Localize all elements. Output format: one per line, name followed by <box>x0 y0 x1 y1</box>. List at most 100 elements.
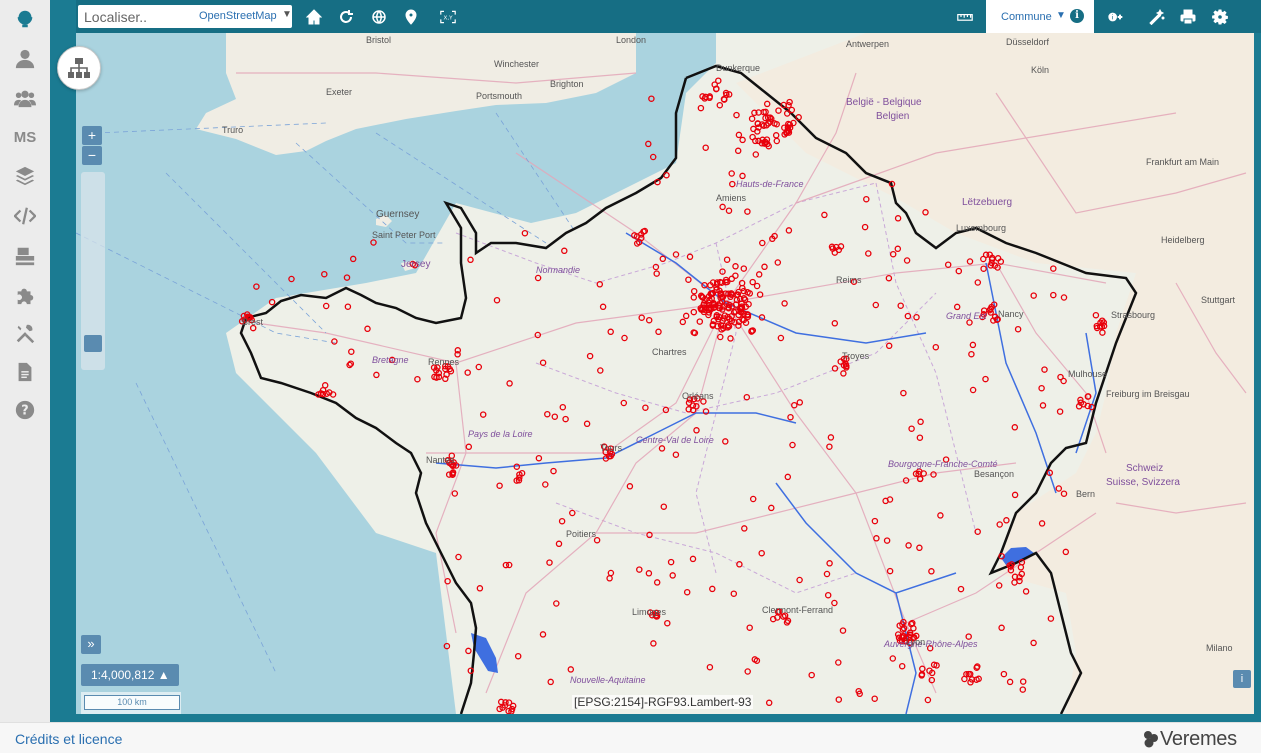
label-jersey: Jersey <box>401 259 430 270</box>
label-belgique: België - Belgique <box>846 97 922 108</box>
label-clermont: Clermont-Ferrand <box>762 605 833 615</box>
zoom-in-button[interactable]: + <box>82 126 102 145</box>
commune-point[interactable] <box>253 283 260 290</box>
users-group-icon[interactable] <box>0 79 50 117</box>
label-bristol: Bristol <box>366 35 391 45</box>
attribution-info-button[interactable]: i <box>1233 670 1251 688</box>
commune-point[interactable] <box>343 274 351 281</box>
top-toolbar: OpenStreetMap ▼ X,Y Commune ▼ i <box>76 0 1261 33</box>
layers-icon[interactable] <box>0 157 50 195</box>
label-auvergne: Auvergne-Rhône-Alpes <box>883 639 978 649</box>
provider-caret-icon[interactable]: ▼ <box>282 9 292 20</box>
scale-value: 1:4,000,812 <box>91 668 155 682</box>
search-provider-select[interactable]: OpenStreetMap <box>199 10 277 22</box>
label-normandie: Normandie <box>536 265 580 275</box>
commune-point[interactable] <box>349 255 357 263</box>
label-dusseldorf: Düsseldorf <box>1006 37 1050 47</box>
settings-gear-icon[interactable] <box>1209 6 1231 28</box>
map-frame-bottom <box>50 714 1261 722</box>
label-bretagne: Bretagne <box>372 355 409 365</box>
user-icon[interactable] <box>0 40 50 78</box>
tools-icon[interactable] <box>0 315 50 353</box>
zoom-slider-thumb[interactable] <box>84 335 102 352</box>
map-frame-left <box>50 0 76 722</box>
label-troyes: Troyes <box>842 351 870 361</box>
label-freiburg: Freiburg im Breisgau <box>1106 389 1190 399</box>
projection-label: [EPSG:2154]-RGF93.Lambert-93 <box>572 695 754 709</box>
map-canvas[interactable]: België - Belgique Belgien Lëtzebuerg Lux… <box>76 33 1254 714</box>
commune-point[interactable] <box>370 239 377 246</box>
label-schweiz: Schweiz <box>1126 463 1163 474</box>
label-mulhouse: Mulhouse <box>1068 369 1107 379</box>
xy-coordinates-icon[interactable]: X,Y <box>437 6 459 28</box>
label-antwerpen: Antwerpen <box>846 39 889 49</box>
label-bern: Bern <box>1076 489 1095 499</box>
label-pays-de-la-loire: Pays de la Loire <box>468 429 533 439</box>
label-centre-val-de-loire: Centre-Val de Loire <box>636 435 714 445</box>
code-icon[interactable] <box>0 197 50 235</box>
layer-caret-icon[interactable]: ▼ <box>1056 10 1066 21</box>
label-exeter: Exeter <box>326 87 352 97</box>
label-orleans: Orléans <box>682 391 714 401</box>
scale-bar-container: 100 km <box>81 692 181 714</box>
globe-logo-icon[interactable] <box>0 0 50 38</box>
commune-point[interactable] <box>288 275 295 283</box>
map-marker-icon[interactable] <box>400 6 422 28</box>
label-chartres: Chartres <box>652 347 687 357</box>
overview-expand-button[interactable]: » <box>81 635 101 654</box>
locate-search-input[interactable] <box>84 7 196 26</box>
commune-point[interactable] <box>321 270 328 278</box>
layer-selector-commune[interactable]: Commune ▼ i <box>986 0 1094 33</box>
credits-link[interactable]: Crédits et licence <box>15 731 122 747</box>
label-truro: Truro <box>222 125 243 135</box>
label-nantes: Nantes <box>426 455 455 465</box>
label-limoges: Limoges <box>632 607 667 617</box>
label-hauts-de-france: Hauts-de-France <box>736 179 804 189</box>
map-svg: België - Belgique Belgien Lëtzebuerg Lux… <box>76 33 1254 714</box>
label-stuttgart: Stuttgart <box>1201 295 1236 305</box>
label-nouvelle-aquitaine: Nouvelle-Aquitaine <box>570 675 646 685</box>
label-milano: Milano <box>1206 643 1233 653</box>
magic-wand-icon[interactable] <box>1146 6 1168 28</box>
sitemap-icon <box>68 58 90 78</box>
locate-search-box: OpenStreetMap ▼ <box>78 5 292 28</box>
label-tours: Tours <box>600 443 623 453</box>
brand-name: Veremes <box>1160 727 1237 750</box>
label-luxembourg: Luxembourg <box>956 223 1006 233</box>
measure-ruler-icon[interactable] <box>954 6 976 28</box>
puzzle-plugin-icon[interactable] <box>0 276 50 314</box>
commune-point[interactable] <box>648 95 655 102</box>
caret-up-icon: ▲ <box>157 668 170 682</box>
label-lyon: Lyon <box>906 637 925 647</box>
scale-selector[interactable]: 1:4,000,812 ▲ <box>81 664 179 686</box>
label-suisse: Suisse, Svizzera <box>1106 477 1180 488</box>
document-icon[interactable] <box>0 353 50 391</box>
scale-bar: 100 km <box>84 695 180 710</box>
home-icon[interactable] <box>303 6 325 28</box>
info-add-icon[interactable] <box>1102 6 1130 28</box>
label-besancon: Besançon <box>974 469 1014 479</box>
commune-point[interactable] <box>649 153 657 161</box>
label-belgien: Belgien <box>876 111 909 122</box>
layer-info-icon[interactable]: i <box>1070 9 1084 23</box>
globe-icon[interactable] <box>368 6 390 28</box>
tree-layers-button[interactable] <box>57 46 101 90</box>
label-koln: Köln <box>1031 65 1049 75</box>
label-strasbourg: Strasbourg <box>1111 310 1155 320</box>
label-saint-peter-port: Saint Peter Port <box>372 230 436 240</box>
commune-point[interactable] <box>645 140 652 148</box>
label-portsmouth: Portsmouth <box>476 91 522 101</box>
label-brest: Brest <box>242 317 264 327</box>
veremes-logo-icon <box>1144 731 1158 748</box>
zoom-out-button[interactable]: − <box>82 146 102 165</box>
label-reims: Reims <box>836 275 862 285</box>
label-bourgogne: Bourgogne-Franche-Comté <box>888 459 998 469</box>
printer-tray-icon[interactable] <box>0 237 50 275</box>
label-nancy: Nancy <box>998 309 1024 319</box>
print-icon[interactable] <box>1177 6 1199 28</box>
label-guernsey: Guernsey <box>376 209 419 220</box>
refresh-icon[interactable] <box>335 6 357 28</box>
layer-selector-label[interactable]: Commune <box>1001 11 1052 23</box>
help-icon[interactable]: ? <box>0 391 50 429</box>
map-server-ms-icon[interactable]: MS <box>0 118 50 156</box>
